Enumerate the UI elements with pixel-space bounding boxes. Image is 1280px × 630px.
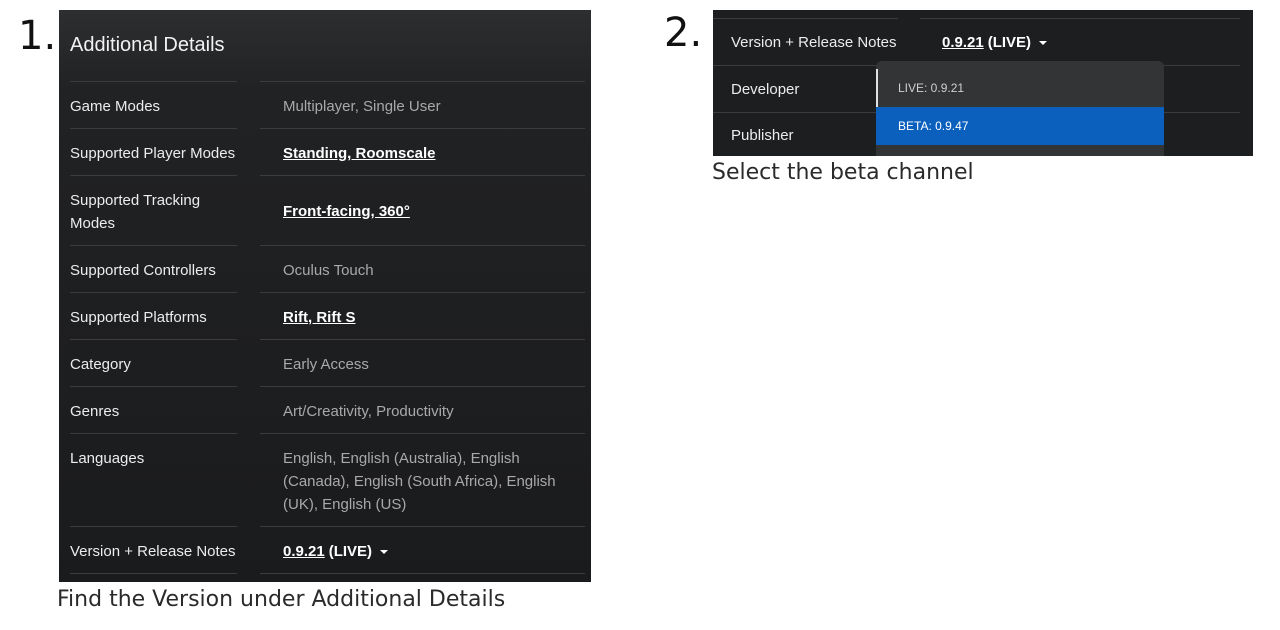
additional-details-panel: Additional Details Game Modes Multiplaye…	[59, 10, 591, 582]
divider	[70, 128, 237, 129]
divider	[70, 339, 237, 340]
row-label: Languages	[70, 450, 145, 467]
divider	[70, 526, 237, 527]
divider	[260, 128, 585, 129]
divider	[260, 386, 585, 387]
platforms-link[interactable]: Rift, Rift S	[283, 306, 588, 329]
divider	[70, 573, 237, 574]
panel-title: Additional Details	[70, 34, 225, 56]
version-number-link[interactable]: 0.9.21	[942, 34, 984, 51]
row-value: Multiplayer, Single User	[283, 98, 441, 115]
row-value: English, English (Australia), English (C…	[283, 450, 556, 513]
row-label: Category	[70, 356, 131, 373]
version-channel: (LIVE)	[987, 34, 1032, 51]
divider	[260, 433, 585, 434]
divider	[260, 292, 585, 293]
divider	[920, 18, 1240, 19]
divider	[260, 526, 585, 527]
divider	[70, 81, 237, 82]
divider	[260, 339, 585, 340]
divider	[260, 81, 585, 82]
row-label: Supported Controllers	[70, 262, 216, 279]
divider	[70, 386, 237, 387]
caret-down-icon[interactable]	[380, 550, 389, 555]
row-label: Version + Release Notes	[731, 34, 897, 51]
row-label-developer: Developer	[731, 81, 800, 98]
step-number-2: 2.	[664, 10, 703, 56]
divider	[70, 175, 237, 176]
divider	[713, 18, 898, 19]
divider	[260, 175, 585, 176]
divider	[260, 245, 585, 246]
step-number-1: 1.	[18, 13, 57, 59]
tracking-modes-link[interactable]: Front-facing, 360°	[283, 200, 588, 223]
version-dropdown-panel: Version + Release Notes 0.9.21 (LIVE) Dev…	[713, 10, 1253, 156]
version-selector[interactable]: 0.9.21 (LIVE)	[283, 540, 588, 563]
step-caption-2: Select the beta channel	[712, 160, 974, 185]
row-label: Supported Platforms	[70, 309, 207, 326]
row-value: Oculus Touch	[283, 262, 374, 279]
row-label: Supported Tracking Modes	[70, 192, 201, 232]
divider	[70, 292, 237, 293]
divider	[713, 112, 898, 113]
divider	[70, 433, 237, 434]
row-value: Art/Creativity, Productivity	[283, 403, 454, 420]
player-modes-link[interactable]: Standing, Roomscale	[283, 142, 588, 165]
step-caption-1: Find the Version under Additional Detail…	[57, 587, 506, 612]
row-label: Version + Release Notes	[70, 543, 236, 560]
dropdown-option-live[interactable]: LIVE: 0.9.21	[876, 69, 1164, 107]
version-channel: (LIVE)	[328, 543, 373, 560]
divider	[70, 245, 237, 246]
row-label-publisher: Publisher	[731, 127, 794, 144]
row-value: Early Access	[283, 356, 369, 373]
divider	[713, 65, 898, 66]
divider	[260, 573, 585, 574]
row-label: Supported Player Modes	[70, 145, 236, 162]
dropdown-option-beta[interactable]: BETA: 0.9.47	[876, 107, 1164, 145]
version-number-link[interactable]: 0.9.21	[283, 543, 325, 560]
version-selector[interactable]: 0.9.21 (LIVE)	[942, 31, 1048, 54]
divider	[1164, 112, 1240, 113]
row-label: Game Modes	[70, 98, 161, 115]
version-dropdown-menu: LIVE: 0.9.21 BETA: 0.9.47	[876, 61, 1164, 156]
caret-down-icon[interactable]	[1039, 41, 1048, 46]
row-label: Genres	[70, 403, 120, 420]
